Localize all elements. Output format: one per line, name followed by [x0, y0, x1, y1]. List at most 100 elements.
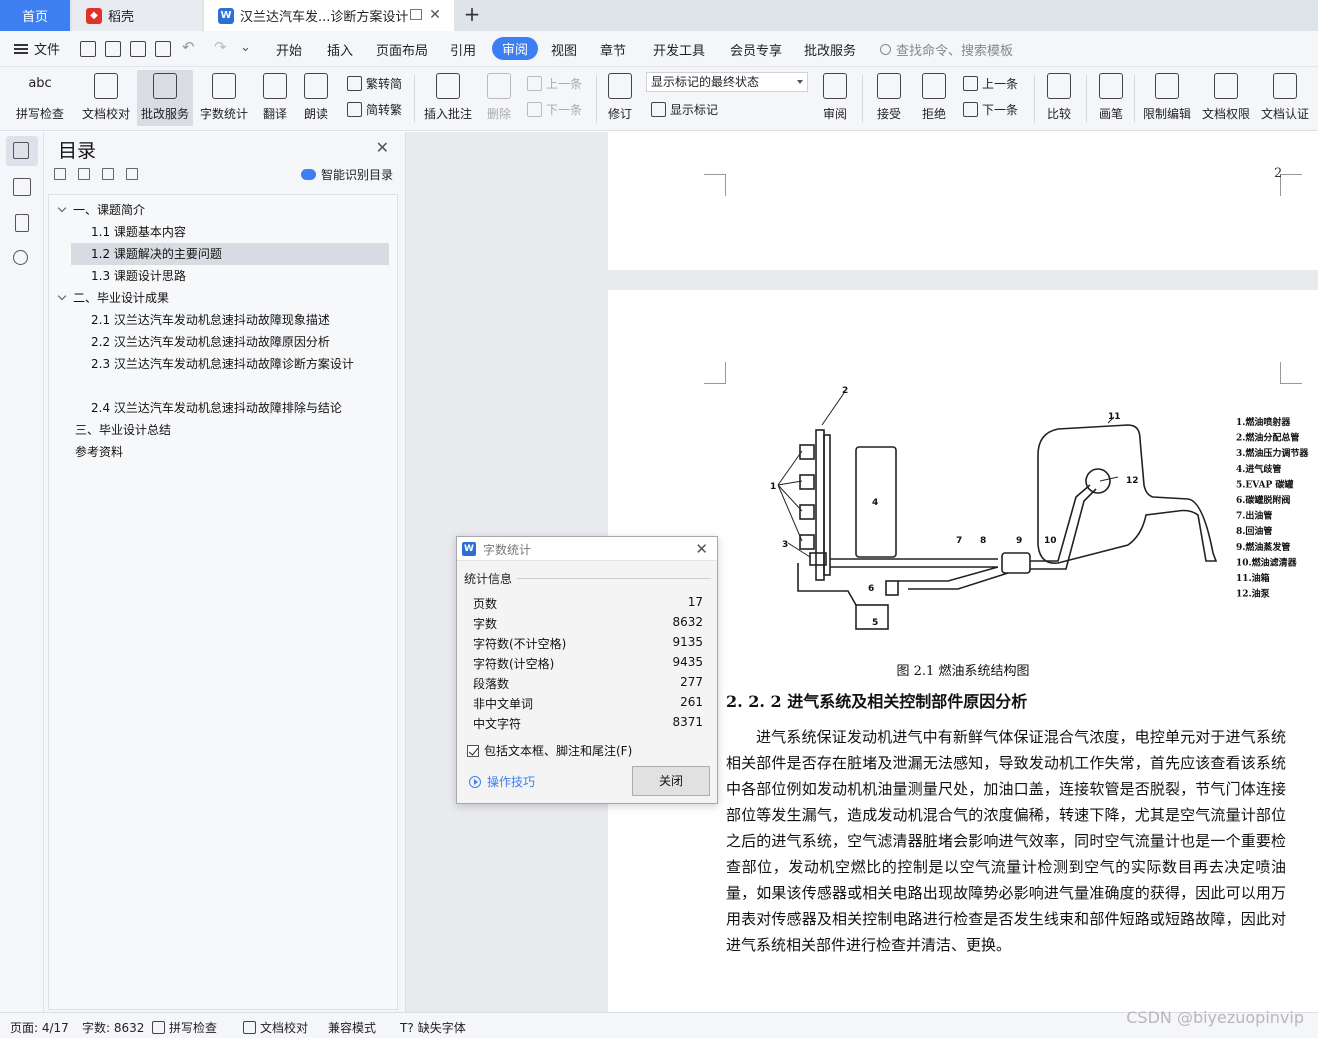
bookmark-icon[interactable]	[15, 214, 29, 232]
search-icon[interactable]	[13, 250, 28, 265]
tab-home[interactable]: 首页	[0, 0, 70, 31]
ribbon-separator	[1034, 75, 1035, 123]
restrict-edit-button[interactable]: 限制编辑	[1141, 70, 1193, 126]
toc-item-selected[interactable]: 1.2 课题解决的主要问题	[71, 243, 389, 265]
injector-shape	[799, 534, 815, 550]
trad-to-simp-button[interactable]: 繁转简	[347, 75, 402, 92]
toc-item[interactable]: 2.4 汉兰达汽车发动机怠速抖动故障排除与结论	[91, 397, 342, 419]
prev-change-button[interactable]: 上一条	[963, 75, 1018, 92]
markup-state-select[interactable]: 显示标记的最终状态	[646, 72, 808, 92]
next-comment-button[interactable]: 下一条	[527, 101, 582, 118]
tab-daoke[interactable]: ◆ 稻壳	[72, 0, 202, 31]
toc-item[interactable]: 1.1 课题基本内容	[91, 221, 186, 243]
fuel-tank-shape	[1037, 424, 1218, 564]
doc-certify-button[interactable]: 文档认证	[1259, 70, 1311, 126]
doc-certify-label: 文档认证	[1260, 107, 1309, 121]
status-spellcheck[interactable]: 拼写检查	[152, 1019, 217, 1036]
menu-layout[interactable]: 页面布局	[376, 40, 428, 59]
tab-document[interactable]: W 汉兰达汽车发...诊断方案设计 ✕	[204, 0, 454, 31]
include-footnotes-checkbox[interactable]: 包括文本框、脚注和尾注(F)	[467, 742, 632, 759]
watermark: CSDN @biyezuopinvip	[1126, 1008, 1304, 1027]
toc-item-label: 2.4 汉兰达汽车发动机怠速抖动故障排除与结论	[91, 401, 342, 415]
correction-service-button[interactable]: 批改服务	[137, 70, 193, 126]
simp-to-trad-button[interactable]: 简转繁	[347, 101, 402, 118]
track-changes-button[interactable]: 修订	[602, 70, 638, 126]
word-count-button[interactable]: 字数统计	[198, 70, 250, 126]
toc-item[interactable]: 2.2 汉兰达汽车发动机怠速抖动故障原因分析	[91, 331, 330, 353]
close-icon[interactable]: ✕	[695, 540, 708, 558]
new-tab-button[interactable]: +	[462, 4, 482, 26]
proofread-button[interactable]: 文档校对	[80, 70, 132, 126]
toc-panel-button[interactable]	[6, 136, 38, 166]
window-restore-icon[interactable]	[410, 9, 422, 20]
stat-row: 非中文单词 261	[473, 692, 703, 712]
expand-all-icon[interactable]	[78, 168, 90, 180]
menu-insert[interactable]: 插入	[327, 40, 353, 59]
read-aloud-button[interactable]: 朗读	[300, 70, 332, 126]
review-pane-button[interactable]: 审阅	[816, 70, 854, 126]
ai-icon	[300, 169, 316, 180]
menu-correction[interactable]: 批改服务	[804, 40, 856, 59]
accept-button[interactable]: 接受	[870, 70, 908, 126]
word-count-indicator[interactable]: 字数: 8632	[82, 1019, 144, 1036]
smart-toc-button[interactable]: 智能识别目录	[300, 166, 393, 183]
show-markup-button[interactable]: 显示标记	[651, 101, 718, 118]
spellcheck-button[interactable]: abc 拼写检查	[10, 70, 70, 126]
command-search-placeholder: 查找命令、搜索模板	[896, 44, 1014, 59]
ink-label: 画笔	[1098, 107, 1123, 121]
chapter-nav-icon[interactable]	[13, 178, 31, 196]
menu-start[interactable]: 开始	[276, 40, 302, 59]
insert-comment-icon	[436, 73, 460, 99]
doc-permission-button[interactable]: 文档权限	[1200, 70, 1252, 126]
toc-item[interactable]: 三、毕业设计总结	[75, 419, 171, 441]
translate-button[interactable]: 翻译	[256, 70, 294, 126]
menu-developer[interactable]: 开发工具	[653, 40, 705, 59]
file-menu[interactable]: 文件	[14, 39, 60, 58]
next-change-button[interactable]: 下一条	[963, 101, 1018, 118]
toc-item[interactable]: 2.1 汉兰达汽车发动机怠速抖动故障现象描述	[91, 309, 330, 331]
save-icon[interactable]	[80, 41, 96, 57]
tips-link[interactable]: 操作技巧	[469, 773, 535, 790]
remove-heading-icon[interactable]	[126, 168, 138, 180]
tab-close-icon[interactable]: ✕	[428, 8, 442, 22]
stat-value: 9435	[672, 655, 703, 669]
reject-icon	[922, 73, 946, 99]
menu-member[interactable]: 会员专享	[730, 40, 782, 59]
close-icon[interactable]: ✕	[376, 138, 389, 157]
wps-writer-icon: W	[462, 542, 476, 556]
toc-item[interactable]: 参考资料	[75, 441, 123, 463]
reject-button[interactable]: 拒绝	[915, 70, 953, 126]
print-preview-icon[interactable]	[155, 41, 171, 57]
undo-icon[interactable]: ↶	[182, 38, 195, 56]
compare-button[interactable]: 比较	[1040, 70, 1078, 126]
ink-button[interactable]: 画笔	[1094, 70, 1128, 126]
insert-comment-button[interactable]: 插入批注	[422, 70, 474, 126]
toc-item[interactable]: 一、课题简介	[57, 199, 145, 221]
collapse-all-icon[interactable]	[54, 168, 66, 180]
delete-comment-button[interactable]: 删除	[481, 70, 517, 126]
menu-section[interactable]: 章节	[600, 40, 626, 59]
dialog-titlebar[interactable]: W 字数统计 ✕	[457, 537, 717, 561]
menu-view[interactable]: 视图	[551, 40, 577, 59]
print-icon[interactable]	[130, 41, 146, 57]
menu-references[interactable]: 引用	[450, 40, 476, 59]
menu-bar: 文件 ↶ ↷ ⌄ 开始 插入 页面布局 引用 审阅 视图 章节 开发工具 会员专…	[0, 31, 1318, 67]
correction-service-icon	[153, 73, 177, 99]
toc-item[interactable]: 2.3 汉兰达汽车发动机怠速抖动故障诊断方案设计	[91, 353, 354, 375]
proofread-icon	[243, 1021, 256, 1034]
page-indicator[interactable]: 页面: 4/17	[10, 1019, 69, 1036]
add-heading-icon[interactable]	[102, 168, 114, 180]
toc-item[interactable]: 1.3 课题设计思路	[91, 265, 186, 287]
customize-quick-access-icon[interactable]: ⌄	[240, 40, 251, 55]
toc-panel: 目录 ✕ 智能识别目录 一、课题简介 1.1 课题基本内容 1.2 课题解决的主…	[44, 132, 406, 1012]
menu-review[interactable]: 审阅	[492, 37, 539, 60]
export-pdf-icon[interactable]	[105, 41, 121, 57]
missing-font-indicator[interactable]: T? 缺失字体	[400, 1019, 466, 1036]
redo-icon[interactable]: ↷	[214, 38, 227, 56]
prev-comment-button[interactable]: 上一条	[527, 75, 582, 92]
close-button[interactable]: 关闭	[632, 766, 710, 796]
toc-title: 目录	[58, 140, 97, 162]
toc-item[interactable]: 二、毕业设计成果	[57, 287, 169, 309]
command-search[interactable]: 查找命令、搜索模板	[880, 40, 1013, 59]
status-proofread[interactable]: 文档校对	[243, 1019, 308, 1036]
